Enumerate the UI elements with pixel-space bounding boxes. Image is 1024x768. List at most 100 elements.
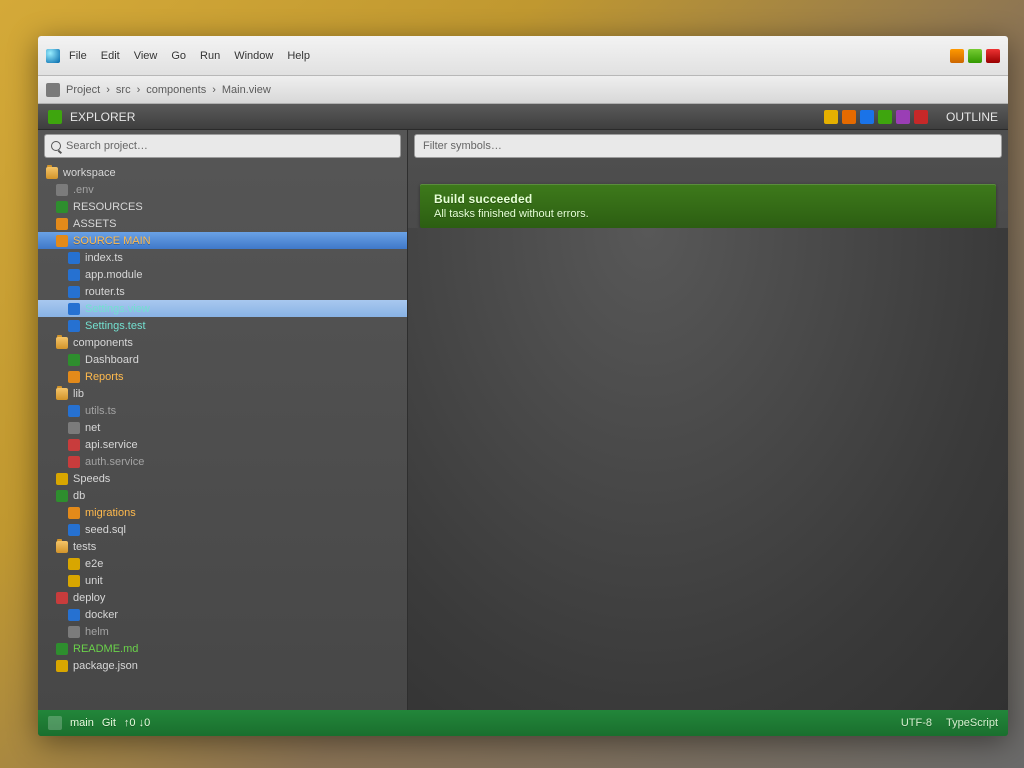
tree-item[interactable]: deploy [38, 589, 407, 606]
file-icon [56, 184, 68, 196]
file-icon [56, 660, 68, 672]
tree-item[interactable]: Reports [38, 368, 407, 385]
toolbar-icon[interactable] [986, 49, 1000, 63]
tree-item[interactable]: router.ts [38, 283, 407, 300]
file-icon [68, 575, 80, 587]
tree-item-label: db [73, 490, 85, 502]
breadcrumb: Project › src › components › Main.view [38, 76, 1008, 104]
panel-header: EXPLORER OUTLINE [38, 104, 1008, 130]
menu-bar: File Edit View Go Run Window Help [38, 36, 1008, 76]
tree-item-label: lib [73, 388, 84, 400]
file-icon [68, 303, 80, 315]
menu-go[interactable]: Go [166, 47, 191, 65]
tree-item[interactable]: seed.sql [38, 521, 407, 538]
tree-item-label: README.md [73, 643, 138, 655]
banner-title: Build succeeded [434, 192, 982, 206]
toolbar-icon[interactable] [950, 49, 964, 63]
menu-window[interactable]: Window [229, 47, 278, 65]
tree-item[interactable]: net [38, 419, 407, 436]
folder-icon [46, 167, 58, 179]
tree-item[interactable]: migrations [38, 504, 407, 521]
tree-item-label: Reports [85, 371, 124, 383]
symbol-filter-input[interactable]: Filter symbols… [414, 134, 1002, 158]
editor-canvas[interactable] [408, 228, 1008, 710]
file-icon [56, 473, 68, 485]
tree-item-label: RESOURCES [73, 201, 143, 213]
tree-item[interactable]: e2e [38, 555, 407, 572]
file-icon [68, 558, 80, 570]
tree-item-label: router.ts [85, 286, 125, 298]
tree-item[interactable]: ASSETS [38, 215, 407, 232]
panel-action-icon[interactable] [842, 110, 856, 124]
tree-item[interactable]: docker [38, 606, 407, 623]
status-git[interactable]: Git [102, 717, 116, 729]
tree-item[interactable]: components [38, 334, 407, 351]
editor-pane: Filter symbols… Build succeeded All task… [408, 130, 1008, 710]
tree-item[interactable]: Settings.test [38, 317, 407, 334]
tree-item[interactable]: app.module [38, 266, 407, 283]
tree-item-label: migrations [85, 507, 136, 519]
crumb-root[interactable]: Project [66, 84, 100, 96]
panel-action-icon[interactable] [860, 110, 874, 124]
file-icon [68, 320, 80, 332]
tree-item[interactable]: api.service [38, 436, 407, 453]
file-icon [68, 354, 80, 366]
tree-item[interactable]: RESOURCES [38, 198, 407, 215]
status-encoding[interactable]: UTF-8 [901, 717, 932, 729]
folder-icon [56, 337, 68, 349]
tree-item[interactable]: db [38, 487, 407, 504]
tree-item-label: package.json [73, 660, 138, 672]
panel-action-icon[interactable] [824, 110, 838, 124]
status-language[interactable]: TypeScript [946, 717, 998, 729]
folder-icon [46, 83, 60, 97]
tree-item[interactable]: workspace [38, 164, 407, 181]
tree-item[interactable]: tests [38, 538, 407, 555]
file-icon [68, 252, 80, 264]
crumb-item[interactable]: src [116, 84, 131, 96]
menu-view[interactable]: View [129, 47, 163, 65]
tree-item[interactable]: helm [38, 623, 407, 640]
tree-item[interactable]: utils.ts [38, 402, 407, 419]
tree-item[interactable]: SOURCE MAIN [38, 232, 407, 249]
tree-item[interactable]: .env [38, 181, 407, 198]
explorer-icon [48, 110, 62, 124]
tree-item[interactable]: index.ts [38, 249, 407, 266]
panel-title: EXPLORER [70, 110, 135, 124]
tree-item-label: helm [85, 626, 109, 638]
file-icon [68, 405, 80, 417]
tree-item[interactable]: lib [38, 385, 407, 402]
tree-item-label: Settings.test [85, 320, 146, 332]
tree-item[interactable]: package.json [38, 657, 407, 674]
status-sync[interactable]: ↑0 ↓0 [124, 717, 150, 729]
menu-run[interactable]: Run [195, 47, 225, 65]
status-branch[interactable]: main [70, 717, 94, 729]
menu-edit[interactable]: Edit [96, 47, 125, 65]
filter-placeholder: Filter symbols… [423, 140, 502, 152]
crumb-item[interactable]: Main.view [222, 84, 271, 96]
menu-help[interactable]: Help [282, 47, 315, 65]
crumb-item[interactable]: components [146, 84, 206, 96]
menu-file[interactable]: File [64, 47, 92, 65]
file-icon [68, 439, 80, 451]
build-banner[interactable]: Build succeeded All tasks finished witho… [420, 184, 996, 228]
file-tree[interactable]: workspace.env RESOURCES ASSETS SOURCE MAIN i… [38, 162, 407, 710]
toolbar-icon[interactable] [968, 49, 982, 63]
tree-item-label: index.ts [85, 252, 123, 264]
file-icon [68, 524, 80, 536]
chevron-right-icon: › [137, 84, 141, 96]
panel-action-icon[interactable] [914, 110, 928, 124]
tree-item[interactable]: Dashboard [38, 351, 407, 368]
tree-item-label: docker [85, 609, 118, 621]
main-area: Search project… workspace.env RESOURCES AS… [38, 130, 1008, 710]
tree-item[interactable]: auth.service [38, 453, 407, 470]
tree-item[interactable]: Speeds [38, 470, 407, 487]
banner-subtitle: All tasks finished without errors. [434, 208, 982, 220]
tree-item-label: Settings.view [85, 303, 150, 315]
tree-item[interactable]: unit [38, 572, 407, 589]
panel-action-icon[interactable] [896, 110, 910, 124]
panel-action-icon[interactable] [878, 110, 892, 124]
tree-item[interactable]: Settings.view [38, 300, 407, 317]
project-search-input[interactable]: Search project… [44, 134, 401, 158]
tree-item-label: SOURCE MAIN [73, 235, 151, 247]
tree-item[interactable]: README.md [38, 640, 407, 657]
